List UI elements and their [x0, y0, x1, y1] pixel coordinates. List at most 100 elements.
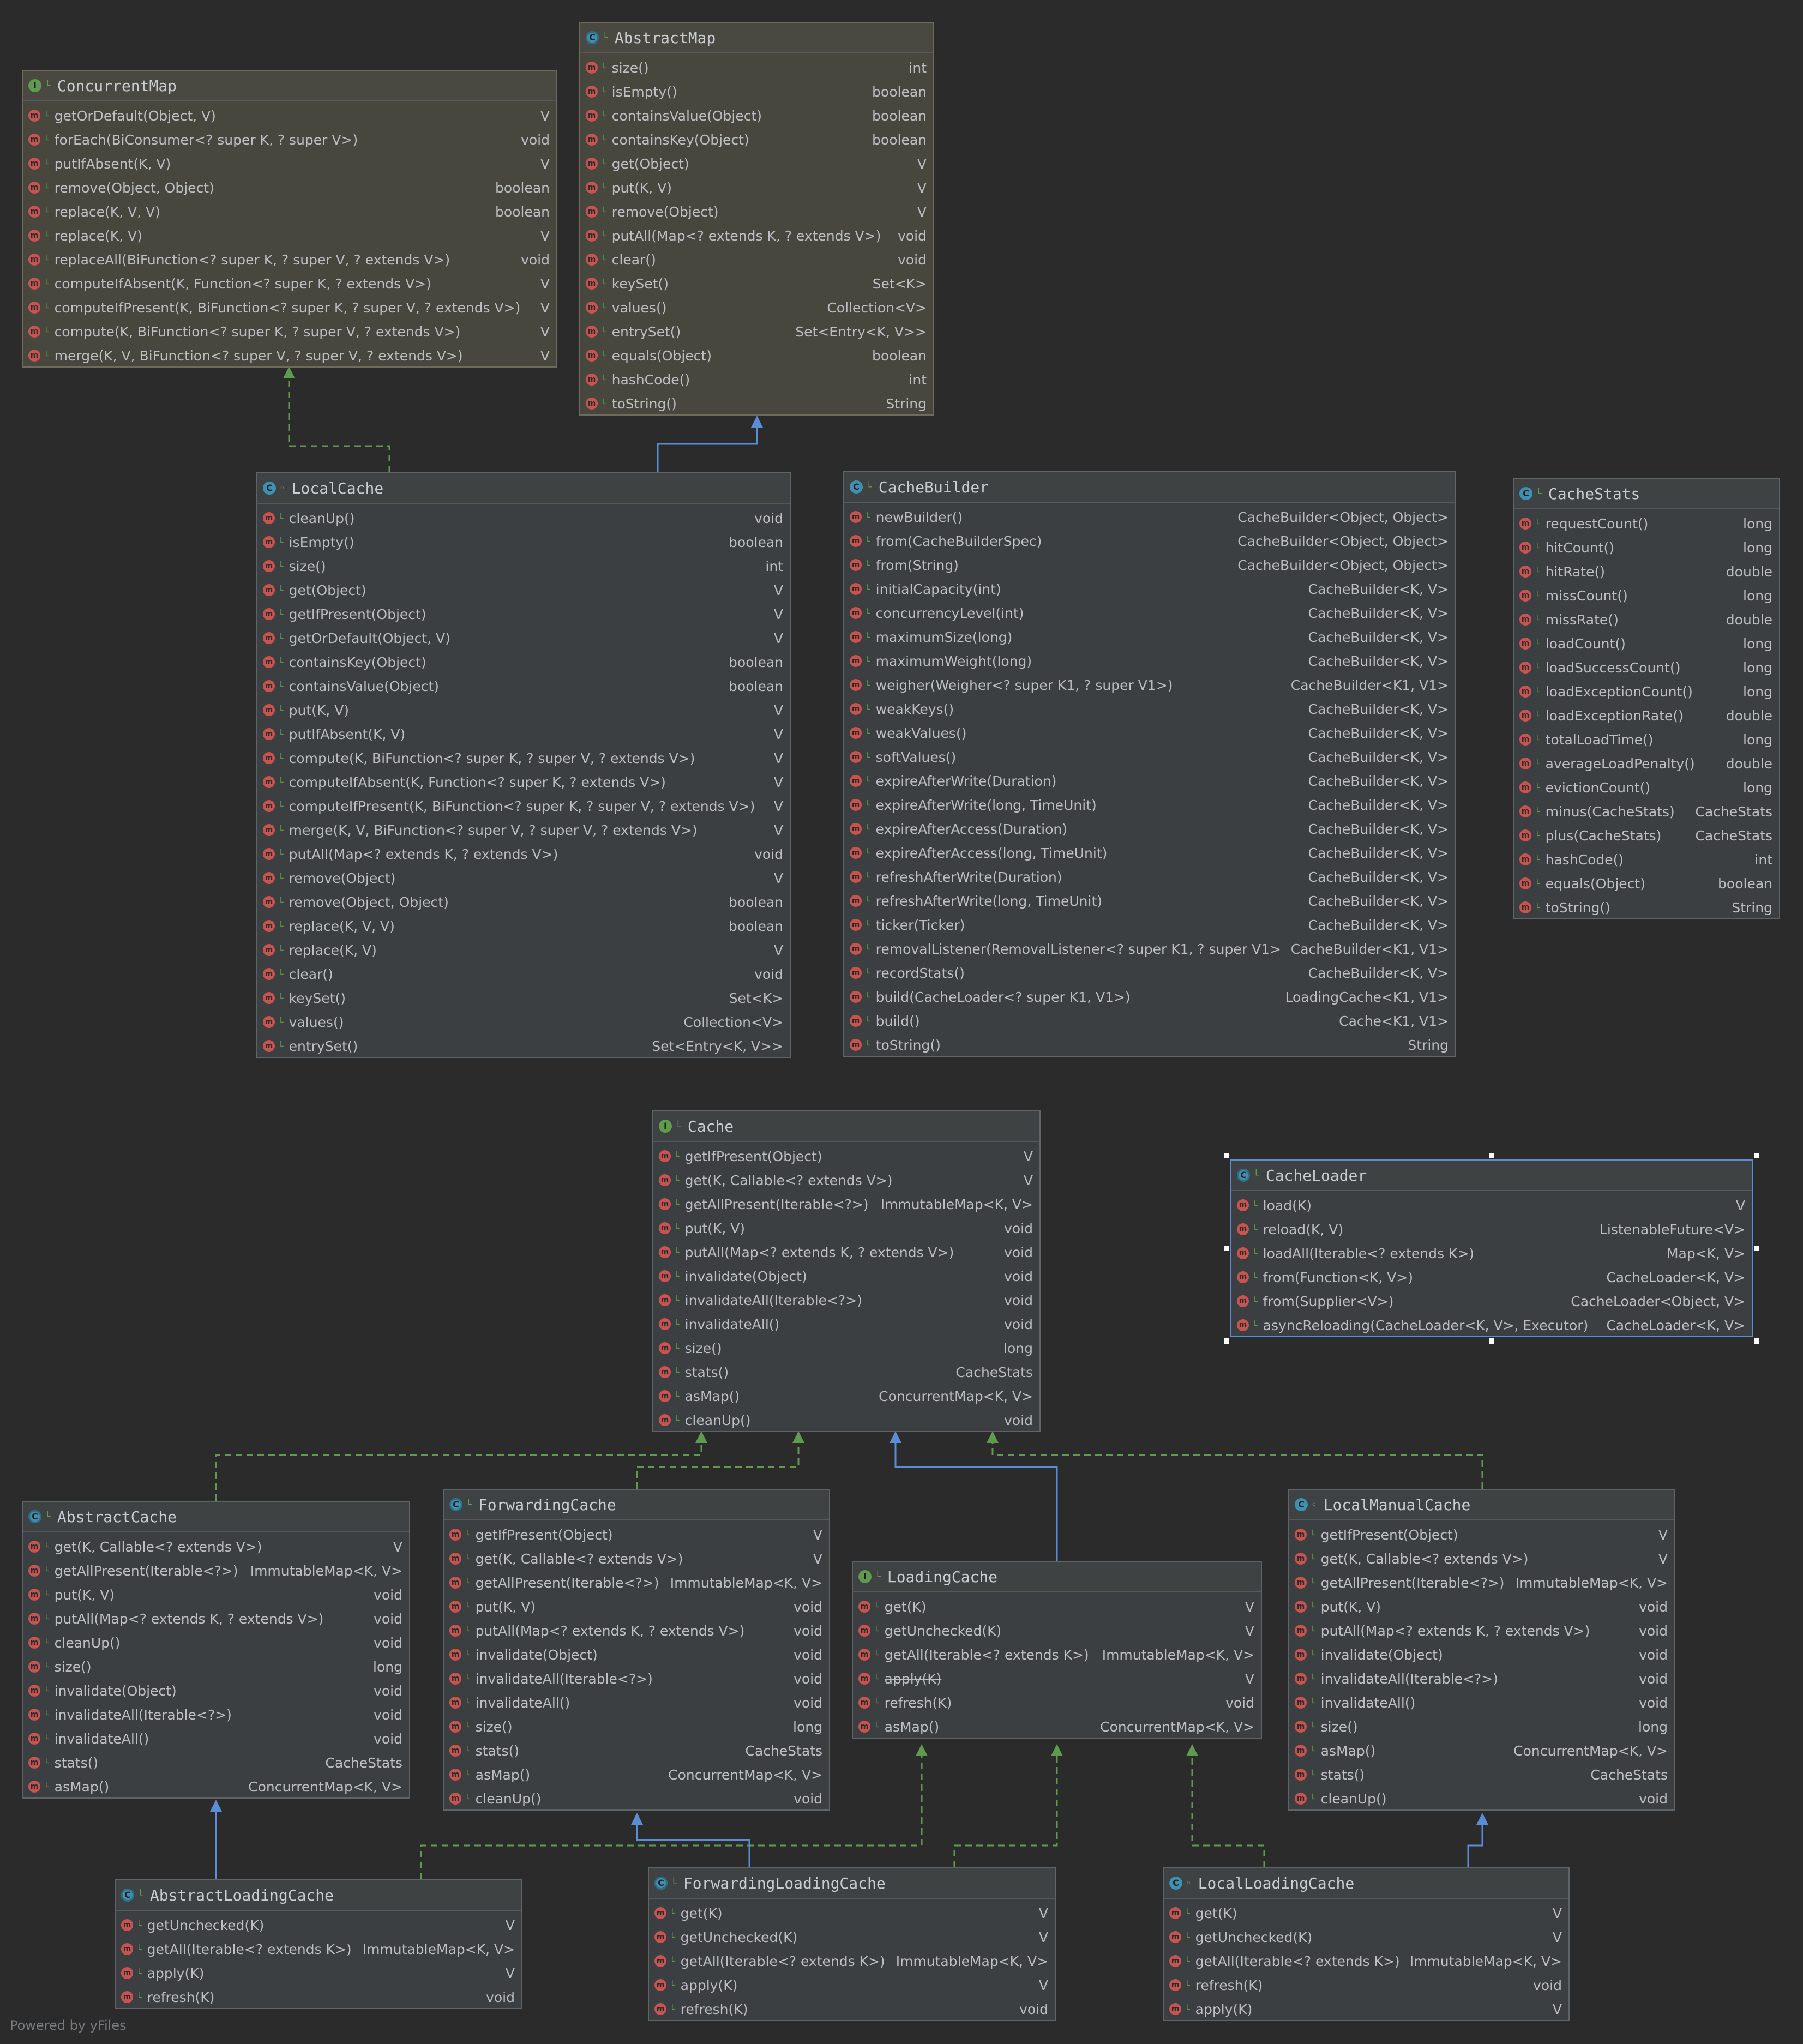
- member-row[interactable]: m └ recordStats() CacheBuilder<K, V>: [844, 961, 1455, 985]
- member-row[interactable]: m └ reload(K, V) ListenableFuture<V>: [1231, 1217, 1752, 1241]
- member-row[interactable]: m └ invalidateAll() void: [23, 1727, 409, 1751]
- member-row[interactable]: m └ compute(K, BiFunction<? super K, ? sup…: [257, 746, 790, 770]
- member-row[interactable]: m └ expireAfterWrite(Duration) CacheBuilder…: [844, 769, 1455, 793]
- member-row[interactable]: m └ remove(Object, Object) boolean: [257, 890, 790, 914]
- member-row[interactable]: m └ missRate() double: [1514, 608, 1779, 632]
- member-row[interactable]: m └ put(K, V) void: [23, 1583, 409, 1607]
- member-row[interactable]: m └ loadSuccessCount() long: [1514, 656, 1779, 680]
- member-row[interactable]: m └ computeIfPresent(K, BiFunction<? super…: [257, 794, 790, 818]
- member-row[interactable]: m └ load(K) V: [1231, 1193, 1752, 1217]
- member-row[interactable]: m └ put(K, V) V: [257, 698, 790, 722]
- member-row[interactable]: m └ put(K, V) void: [444, 1595, 829, 1619]
- member-row[interactable]: m └ refresh(K) void: [116, 1985, 521, 2009]
- member-row[interactable]: m └ from(Supplier<V>) CacheLoader<Object, V…: [1231, 1289, 1752, 1313]
- member-row[interactable]: m └ size() long: [23, 1655, 409, 1679]
- member-row[interactable]: m └ replace(K, V) V: [23, 224, 556, 248]
- member-row[interactable]: m └ get(K) V: [1164, 1901, 1568, 1925]
- selection-handle[interactable]: [1754, 1153, 1759, 1158]
- member-row[interactable]: m └ maximumSize(long) CacheBuilder<K, V>: [844, 625, 1455, 649]
- member-row[interactable]: m └ size() int: [257, 554, 790, 578]
- member-row[interactable]: m └ stats() CacheStats: [23, 1751, 409, 1775]
- member-row[interactable]: m └ get(K, Callable<? extends V>) V: [444, 1547, 829, 1571]
- member-row[interactable]: m └ replace(K, V, V) boolean: [257, 914, 790, 938]
- member-row[interactable]: m └ loadCount() long: [1514, 632, 1779, 656]
- member-row[interactable]: m └ size() long: [1289, 1715, 1674, 1739]
- member-row[interactable]: m └ equals(Object) boolean: [580, 344, 933, 368]
- member-row[interactable]: m └ loadAll(Iterable<? extends K>) Map<K, V…: [1231, 1241, 1752, 1265]
- member-row[interactable]: m └ asMap() ConcurrentMap<K, V>: [1289, 1739, 1674, 1763]
- member-row[interactable]: m └ merge(K, V, BiFunction<? super V, ? su…: [257, 818, 790, 842]
- member-row[interactable]: m └ plus(CacheStats) CacheStats: [1514, 823, 1779, 847]
- class-node-cache[interactable]: I └ Cache m └ getIfPresent(Object) Vm └ get(K, C…: [652, 1110, 1041, 1432]
- member-row[interactable]: m └ loadExceptionRate() double: [1514, 704, 1779, 728]
- member-row[interactable]: m └ asMap() ConcurrentMap<K, V>: [853, 1715, 1261, 1739]
- member-row[interactable]: m └ newBuilder() CacheBuilder<Object, Objec…: [844, 505, 1455, 529]
- member-row[interactable]: m └ invalidateAll() void: [653, 1312, 1039, 1336]
- member-row[interactable]: m └ keySet() Set<K>: [580, 272, 933, 296]
- class-node-concurrent-map[interactable]: I └ ConcurrentMap m └ getOrDefault(Object, V)…: [22, 70, 557, 368]
- member-row[interactable]: m └ size() long: [653, 1336, 1039, 1360]
- member-row[interactable]: m └ merge(K, V, BiFunction<? super V, ? su…: [23, 344, 556, 368]
- member-row[interactable]: m └ getUnchecked(K) V: [1164, 1925, 1568, 1949]
- member-row[interactable]: m └ get(K, Callable<? extends V>) V: [1289, 1547, 1674, 1571]
- member-row[interactable]: m └ getIfPresent(Object) V: [444, 1523, 829, 1547]
- implements-edge[interactable]: [636, 1443, 800, 1489]
- member-row[interactable]: m └ refreshAfterWrite(Duration) CacheBuilde…: [844, 865, 1455, 889]
- member-row[interactable]: m └ ticker(Ticker) CacheBuilder<K, V>: [844, 913, 1455, 937]
- member-row[interactable]: m └ evictionCount() long: [1514, 775, 1779, 799]
- class-node-forwarding-cache[interactable]: C └ ForwardingCache m └ getIfPresent(Object) V…: [443, 1489, 830, 1811]
- member-row[interactable]: m └ minus(CacheStats) CacheStats: [1514, 799, 1779, 823]
- member-row[interactable]: m └ initialCapacity(int) CacheBuilder<K, V>: [844, 577, 1455, 601]
- member-row[interactable]: m └ getUnchecked(K) V: [649, 1925, 1055, 1949]
- member-row[interactable]: m └ getAllPresent(Iterable<?>) ImmutableMap…: [444, 1571, 829, 1595]
- member-row[interactable]: m └ removalListener(RemovalListener<? supe…: [844, 937, 1455, 961]
- class-node-cache-builder[interactable]: C └ CacheBuilder m └ newBuilder() CacheBuilder…: [843, 471, 1456, 1057]
- member-row[interactable]: m └ weigher(Weigher<? super K1, ? super V1…: [844, 673, 1455, 697]
- implements-edge[interactable]: [288, 378, 390, 472]
- member-row[interactable]: m └ hashCode() int: [1514, 847, 1779, 871]
- member-row[interactable]: m └ putAll(Map<? extends K, ? extends V>) v…: [580, 224, 933, 248]
- member-row[interactable]: m └ getIfPresent(Object) V: [257, 602, 790, 626]
- member-row[interactable]: m └ get(Object) V: [580, 152, 933, 176]
- member-row[interactable]: m └ clear() void: [257, 962, 790, 986]
- member-row[interactable]: m └ containsValue(Object) boolean: [257, 674, 790, 698]
- extends-edge[interactable]: [894, 1443, 1058, 1561]
- member-row[interactable]: m └ asMap() ConcurrentMap<K, V>: [23, 1775, 409, 1799]
- member-row[interactable]: m └ getAll(Iterable<? extends K>) Immutable…: [853, 1643, 1261, 1667]
- implements-edge[interactable]: [1191, 1756, 1265, 1867]
- extends-edge[interactable]: [657, 428, 758, 472]
- member-row[interactable]: m └ getOrDefault(Object, V) V: [257, 626, 790, 650]
- member-row[interactable]: m └ invalidate(Object) void: [653, 1264, 1039, 1288]
- member-row[interactable]: m └ computeIfPresent(K, BiFunction<? super…: [23, 296, 556, 320]
- class-node-abstract-loading-cache[interactable]: C └ AbstractLoadingCache m └ getUnchecked(K) V…: [115, 1879, 522, 2009]
- member-row[interactable]: m └ refreshAfterWrite(long, TimeUnit) Cache…: [844, 889, 1455, 913]
- member-row[interactable]: m └ hitRate() double: [1514, 560, 1779, 584]
- member-row[interactable]: m └ getAllPresent(Iterable<?>) ImmutableMap…: [1289, 1571, 1674, 1595]
- member-row[interactable]: m └ replace(K, V) V: [257, 938, 790, 962]
- member-row[interactable]: m └ getUnchecked(K) V: [116, 1913, 521, 1937]
- member-row[interactable]: m └ values() Collection<V>: [580, 296, 933, 320]
- member-row[interactable]: m └ size() int: [580, 56, 933, 80]
- member-row[interactable]: m └ toString() String: [844, 1033, 1455, 1057]
- class-node-cache-stats[interactable]: C └ CacheStats m └ requestCount() long m └ hitCou…: [1513, 478, 1780, 919]
- member-row[interactable]: m └ asyncReloading(CacheLoader<K, V>, Exec…: [1231, 1313, 1752, 1337]
- member-row[interactable]: m └ putAll(Map<? extends K, ? extends V>) v…: [653, 1240, 1039, 1264]
- class-node-abstract-map[interactable]: C └ AbstractMap m └ size() int m └ isEmpty() boole…: [579, 22, 934, 416]
- member-row[interactable]: m └ forEach(BiConsumer<? super K, ? super …: [23, 128, 556, 152]
- member-row[interactable]: m └ compute(K, BiFunction<? super K, ? sup…: [23, 320, 556, 344]
- member-row[interactable]: m └ refresh(K) void: [649, 1997, 1055, 2021]
- member-row[interactable]: m └ apply(K) V: [853, 1667, 1261, 1691]
- member-row[interactable]: m └ from(CacheBuilderSpec) CacheBuilder<Obj…: [844, 529, 1455, 553]
- member-row[interactable]: m └ cleanUp() void: [257, 506, 790, 530]
- member-row[interactable]: m └ put(K, V) void: [1289, 1595, 1674, 1619]
- member-row[interactable]: m └ invalidateAll() void: [444, 1691, 829, 1715]
- member-row[interactable]: m └ expireAfterAccess(Duration) CacheBuilde…: [844, 817, 1455, 841]
- member-row[interactable]: m └ invalidateAll() void: [1289, 1691, 1674, 1715]
- member-row[interactable]: m └ getAll(Iterable<? extends K>) Immutable…: [649, 1949, 1055, 1973]
- member-row[interactable]: m └ isEmpty() boolean: [580, 80, 933, 104]
- class-node-local-loading-cache[interactable]: C ◦ LocalLoadingCache m └ get(K) Vm └ getUncheck…: [1163, 1867, 1570, 2021]
- member-row[interactable]: m └ get(K, Callable<? extends V>) V: [653, 1168, 1039, 1192]
- member-row[interactable]: m └ invalidateAll(Iterable<?>) void: [653, 1288, 1039, 1312]
- member-row[interactable]: m └ remove(Object) V: [580, 200, 933, 224]
- member-row[interactable]: m └ expireAfterWrite(long, TimeUnit) CacheB…: [844, 793, 1455, 817]
